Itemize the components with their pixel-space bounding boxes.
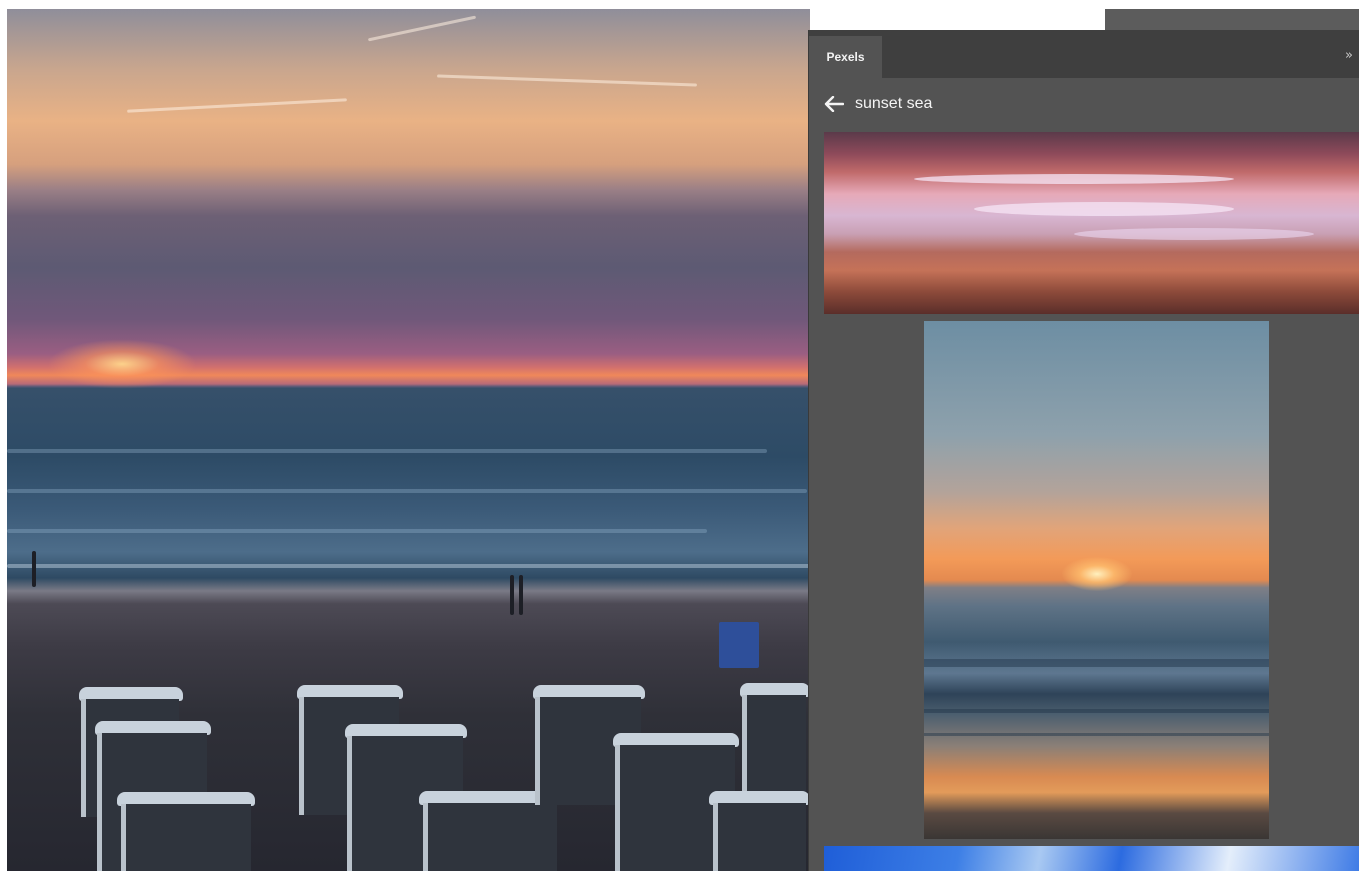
wave-line (924, 659, 1269, 667)
wave-line (924, 709, 1269, 713)
wave-foam (974, 202, 1234, 216)
cloud-streak (367, 15, 477, 42)
beach-cabin (117, 792, 255, 871)
tab-pexels[interactable]: Pexels (809, 36, 882, 78)
wave-line (7, 449, 767, 453)
wave-foam (914, 174, 1234, 184)
result-thumbnail[interactable] (824, 132, 1359, 314)
wave-foam (1074, 228, 1314, 240)
person-silhouette (510, 575, 514, 615)
canvas-photo-beach-sunset (7, 9, 810, 871)
panel-tab-bar: Pexels » (809, 30, 1359, 78)
sun-glow (47, 339, 197, 389)
person-silhouette (519, 575, 523, 615)
beach-cabin (740, 683, 810, 793)
wave-line (7, 564, 810, 568)
cloud-streak (437, 74, 697, 87)
pexels-panel: Pexels » sunset sea (808, 30, 1359, 871)
results-grid (809, 130, 1359, 871)
arrow-left-icon[interactable] (823, 93, 845, 115)
wave-line (7, 529, 707, 533)
result-thumbnail[interactable] (824, 846, 1359, 871)
person-silhouette (32, 551, 36, 587)
beach-cabin (709, 791, 810, 871)
wave-line (7, 489, 807, 493)
sun-glow (1062, 557, 1132, 591)
result-thumbnail[interactable] (924, 321, 1269, 839)
collapse-panel-icon[interactable]: » (1338, 46, 1359, 66)
panel-top-strip (1105, 9, 1359, 30)
trash-bin (719, 622, 759, 668)
search-header: sunset sea (809, 78, 1359, 130)
wave-line (924, 733, 1269, 736)
search-term: sunset sea (855, 95, 933, 112)
cloud-streak (127, 98, 347, 113)
